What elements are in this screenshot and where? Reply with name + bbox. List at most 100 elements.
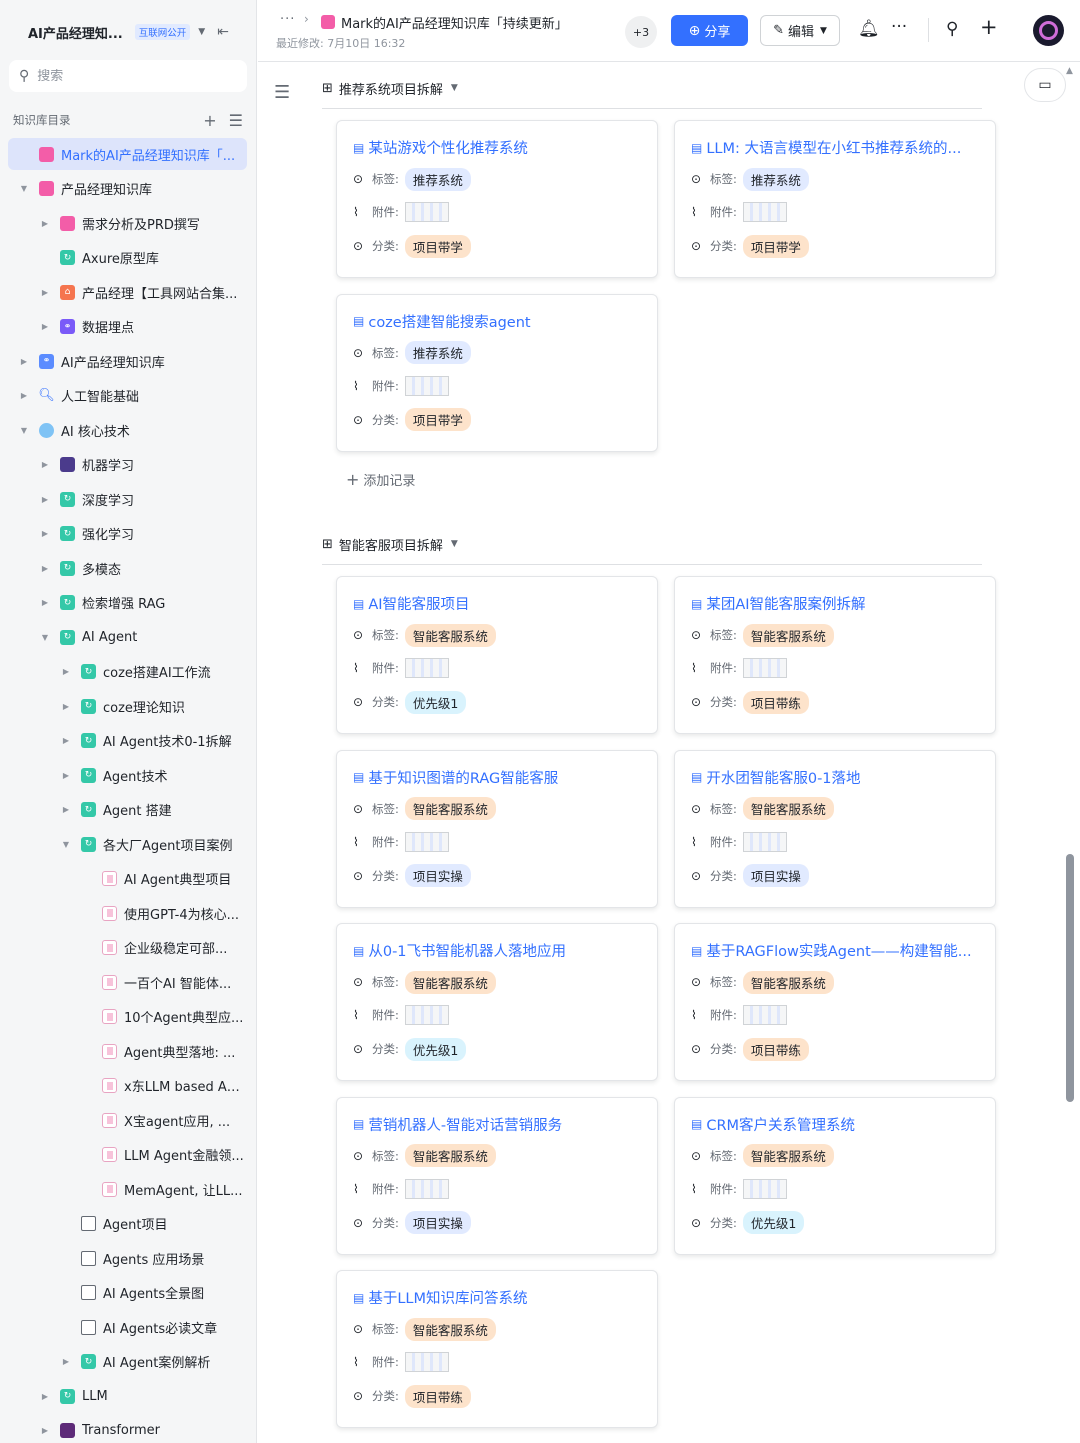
card-title[interactable]: ▤ LLM: 大语言模型在小红书推荐系统的...: [691, 137, 983, 158]
add-icon[interactable]: +: [980, 15, 998, 39]
card-title[interactable]: ▤ 基于LLM知识库问答系统: [353, 1287, 645, 1308]
caret-right-icon[interactable]: ▶: [39, 529, 51, 538]
chevron-down-icon[interactable]: ▼: [451, 83, 458, 93]
sidebar-item[interactable]: ▶ ↻ 多模态: [8, 552, 247, 584]
sidebar-item[interactable]: ▶ 机器学习: [8, 449, 247, 481]
caret-right-icon[interactable]: ▶: [39, 598, 51, 607]
add-record-button[interactable]: + 添加记录: [346, 470, 415, 489]
sidebar-item[interactable]: ▶ ↻ LLM: [8, 1380, 247, 1412]
attachment-thumbnail[interactable]: [404, 1178, 449, 1199]
record-card[interactable]: ▤ 基于LLM知识库问答系统 ⊙ 标签: 智能客服系统 ⌇ 附件: ⊙ 分类: 项目带练: [336, 1270, 658, 1428]
sidebar-item[interactable]: AI Agents必读文章: [8, 1311, 247, 1343]
caret-right-icon[interactable]: ▶: [60, 736, 72, 745]
sidebar-item[interactable]: X宝agent应用, ...: [8, 1104, 247, 1136]
attachment-thumbnail[interactable]: [742, 658, 787, 678]
sidebar-item[interactable]: ▶ ↻ 强化学习: [8, 518, 247, 550]
sidebar-item[interactable]: ▶ Transformer: [8, 1415, 247, 1443]
group-header[interactable]: ⊞ 智能客服项目拆解 ▼: [322, 532, 458, 556]
sidebar-item[interactable]: ▶ ↻ 深度学习: [8, 483, 247, 515]
record-card[interactable]: ▤ coze搭建智能搜索agent ⊙ 标签: 推荐系统 ⌇ 附件: ⊙ 分类: 项目带学: [336, 293, 658, 452]
record-card[interactable]: ▤ CRM客户关系管理系统 ⊙ 标签: 智能客服系统 ⌇ 附件: ⊙ 分类: 优先级1: [674, 1096, 996, 1255]
share-button[interactable]: ⊕ 分享: [671, 15, 748, 46]
sidebar-item[interactable]: AI Agent典型项目: [8, 863, 247, 895]
sidebar-item[interactable]: 企业级稳定可部...: [8, 932, 247, 964]
card-title[interactable]: ▤ 某站游戏个性化推荐系统: [353, 137, 645, 158]
sidebar-item[interactable]: ↻ Axure原型库: [8, 242, 247, 274]
record-card[interactable]: ▤ 基于知识图谱的RAG智能客服 ⊙ 标签: 智能客服系统 ⌇ 附件: ⊙ 分类: 项目实操: [336, 749, 658, 908]
record-card[interactable]: ▤ 某站游戏个性化推荐系统 ⊙ 标签: 推荐系统 ⌇ 附件: ⊙ 分类: 项目带学: [336, 120, 658, 278]
scroll-up-arrow[interactable]: ▲: [1066, 66, 1073, 76]
sidebar-item[interactable]: ▶ ↻ AI Agent技术0-1拆解: [8, 725, 247, 757]
sidebar-item[interactable]: ▶ ↻ 检索增强 RAG: [8, 587, 247, 619]
caret-right-icon[interactable]: ▶: [60, 702, 72, 711]
sidebar-item[interactable]: ▼ AI 核心技术: [8, 414, 247, 446]
record-card[interactable]: ▤ AI智能客服项目 ⊙ 标签: 智能客服系统 ⌇ 附件: ⊙ 分类: 优先级1: [336, 576, 658, 734]
doc-title[interactable]: Mark的AI产品经理知识库「持续更新」: [341, 13, 568, 32]
search-input[interactable]: [37, 68, 228, 84]
caret-right-icon[interactable]: ▶: [39, 219, 51, 228]
caret-right-icon[interactable]: ▶: [39, 495, 51, 504]
collapse-sidebar-icon[interactable]: ⇤: [217, 24, 229, 40]
sidebar-item[interactable]: ▶ ↻ Agent技术: [8, 759, 247, 791]
card-title[interactable]: ▤ coze搭建智能搜索agent: [353, 311, 645, 332]
caret-right-icon[interactable]: ▶: [39, 322, 51, 331]
sidebar-item[interactable]: Mark的AI产品经理知识库「...: [8, 138, 247, 170]
record-card[interactable]: ▤ 某团AI智能客服案例拆解 ⊙ 标签: 智能客服系统 ⌇ 附件: ⊙ 分类: 项目带练: [674, 576, 996, 734]
space-title[interactable]: AI产品经理知...: [28, 23, 123, 42]
caret-down-icon[interactable]: ▼: [18, 184, 30, 193]
sidebar-item[interactable]: x东LLM based Ag...: [8, 1070, 247, 1102]
search-icon[interactable]: ⚲: [946, 19, 958, 39]
record-card[interactable]: ▤ 基于RAGFlow实践Agent——构建智能... ⊙ 标签: 智能客服系统 ⌇ 附件:…: [674, 923, 996, 1081]
edit-button[interactable]: ✎ 编辑 ▼: [760, 15, 840, 46]
caret-right-icon[interactable]: ▶: [60, 1357, 72, 1366]
caret-right-icon[interactable]: ▶: [39, 1392, 51, 1401]
attachment-thumbnail[interactable]: [742, 1178, 787, 1199]
caret-right-icon[interactable]: ▶: [39, 564, 51, 573]
card-title[interactable]: ▤ 基于知识图谱的RAG智能客服: [353, 767, 645, 788]
caret-down-icon[interactable]: ▼: [18, 426, 30, 435]
attachment-thumbnail[interactable]: [742, 831, 787, 852]
caret-right-icon[interactable]: ▶: [60, 771, 72, 780]
sidebar-item[interactable]: AI Agents全景图: [8, 1277, 247, 1309]
caret-down-icon[interactable]: ▼: [60, 840, 72, 849]
outline-icon[interactable]: ☰: [274, 82, 290, 103]
attachment-thumbnail[interactable]: [404, 831, 449, 852]
card-title[interactable]: ▤ 基于RAGFlow实践Agent——构建智能...: [691, 940, 983, 961]
group-header[interactable]: ⊞ 推荐系统项目拆解 ▼: [322, 76, 458, 100]
caret-down-icon[interactable]: ▼: [39, 633, 51, 642]
record-card[interactable]: ▤ 开水团智能客服0-1落地 ⊙ 标签: 智能客服系统 ⌇ 附件: ⊙ 分类: 项目实操: [674, 749, 996, 908]
chevron-down-icon[interactable]: ▼: [198, 27, 205, 37]
sidebar-item[interactable]: ▼ ↻ 各大厂Agent项目案例: [8, 828, 247, 860]
record-card[interactable]: ▤ 从0-1飞书智能机器人落地应用 ⊙ 标签: 智能客服系统 ⌇ 附件: ⊙ 分类: 优先级1: [336, 923, 658, 1081]
sidebar-item[interactable]: 10个Agent典型应...: [8, 1001, 247, 1033]
record-card[interactable]: ▤ LLM: 大语言模型在小红书推荐系统的... ⊙ 标签: 推荐系统 ⌇ 附件: ⊙ 分类: 项…: [674, 120, 996, 278]
list-settings-icon[interactable]: ☰: [229, 111, 243, 130]
caret-right-icon[interactable]: ▶: [18, 357, 30, 366]
comment-icon[interactable]: ▭: [1024, 68, 1066, 102]
sidebar-item[interactable]: 一百个AI 智能体...: [8, 966, 247, 998]
attachment-thumbnail[interactable]: [404, 658, 449, 678]
attachment-thumbnail[interactable]: [404, 375, 449, 396]
sidebar-item[interactable]: Agent典型落地: ...: [8, 1035, 247, 1067]
attachment-thumbnail[interactable]: [404, 1005, 449, 1025]
card-title[interactable]: ▤ AI智能客服项目: [353, 593, 645, 614]
sidebar-item[interactable]: ▶ 🔍︎ 人工智能基础: [8, 380, 247, 412]
sidebar-item[interactable]: ▶ ↻ coze搭建AI工作流: [8, 656, 247, 688]
caret-right-icon[interactable]: ▶: [39, 1426, 51, 1435]
sidebar-item[interactable]: ▶ ↻ Agent 搭建: [8, 794, 247, 826]
sidebar-item[interactable]: Agent项目: [8, 1208, 247, 1240]
sidebar-item[interactable]: ▶ ⚭ 数据埋点: [8, 311, 247, 343]
sidebar-item[interactable]: LLM Agent金融领...: [8, 1139, 247, 1171]
collaborators-count[interactable]: +3: [625, 16, 657, 48]
add-icon[interactable]: +: [203, 111, 216, 130]
search-box[interactable]: ⚲: [9, 60, 247, 92]
card-title[interactable]: ▤ 某团AI智能客服案例拆解: [691, 593, 983, 614]
card-title[interactable]: ▤ 营销机器人-智能对话营销服务: [353, 1114, 645, 1135]
attachment-thumbnail[interactable]: [404, 202, 449, 222]
caret-right-icon[interactable]: ▶: [60, 805, 72, 814]
record-card[interactable]: ▤ 营销机器人-智能对话营销服务 ⊙ 标签: 智能客服系统 ⌇ 附件: ⊙ 分类: 项目实操: [336, 1096, 658, 1255]
sidebar-item[interactable]: ▶ ↻ AI Agent案例解析: [8, 1346, 247, 1378]
more-icon[interactable]: ···: [891, 17, 907, 37]
attachment-thumbnail[interactable]: [742, 202, 787, 222]
card-title[interactable]: ▤ 从0-1飞书智能机器人落地应用: [353, 940, 645, 961]
